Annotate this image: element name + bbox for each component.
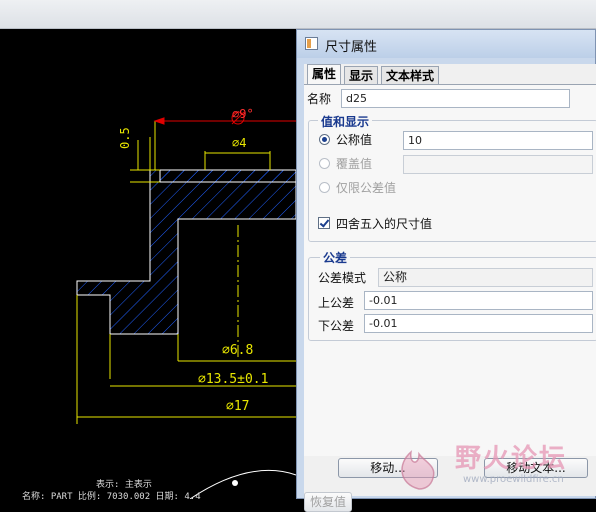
nominal-label[interactable]: 公称值 bbox=[336, 131, 372, 148]
override-value-field[interactable] bbox=[403, 155, 593, 174]
tolerance-mode-label: 公差模式 bbox=[318, 271, 367, 285]
dim-d9-label[interactable]: ∅9° bbox=[232, 107, 254, 121]
properties-panel: 名称 d25 值和显示 公称值 10 覆盖值 仅限公差值 四舍五入的尺寸值 公差… bbox=[304, 84, 596, 456]
bottom-arc bbox=[189, 469, 297, 499]
dialog-titlebar[interactable]: 尺寸属性 bbox=[297, 30, 595, 58]
note-line-2: 名称: PART 比例: 7030.002 日期: 4.4 bbox=[22, 492, 201, 502]
upper-tolerance-label: 上公差 bbox=[318, 296, 355, 310]
rounded-checkbox[interactable] bbox=[318, 217, 330, 229]
tolerance-only-label[interactable]: 仅限公差值 bbox=[336, 179, 396, 196]
tolerance-title: 公差 bbox=[320, 249, 351, 266]
watermark-url: www.proewildfire.cn bbox=[463, 474, 564, 485]
rounded-label[interactable]: 四舍五入的尺寸值 bbox=[336, 215, 432, 232]
part-section bbox=[76, 169, 297, 335]
top-flange bbox=[159, 169, 297, 183]
name-label: 名称 bbox=[307, 92, 332, 106]
tab-text-style[interactable]: 文本样式 bbox=[381, 66, 440, 84]
app-icon bbox=[305, 37, 318, 50]
override-label[interactable]: 覆盖值 bbox=[336, 155, 372, 172]
selected-dimension bbox=[153, 111, 296, 125]
center-mark bbox=[232, 480, 238, 486]
tab-display[interactable]: 显示 bbox=[344, 66, 379, 84]
upper-tolerance-field[interactable]: -0.01 bbox=[364, 291, 593, 310]
site-watermark: 野火论坛 www.proewildfire.cn bbox=[385, 430, 596, 499]
top-toolbar-strip bbox=[0, 0, 596, 29]
nominal-value-field[interactable]: 10 bbox=[403, 131, 593, 150]
dim-d17-label[interactable]: ∅17 bbox=[226, 399, 249, 414]
override-radio[interactable] bbox=[319, 158, 330, 169]
tolerance-only-radio[interactable] bbox=[319, 182, 330, 193]
dim-d135-label[interactable]: ∅13.5±0.1 bbox=[198, 372, 268, 387]
lower-tolerance-field[interactable]: -0.01 bbox=[364, 314, 593, 333]
name-field[interactable]: d25 bbox=[341, 89, 570, 108]
dimension-properties-dialog: 尺寸属性 属性 显示 文本样式 名称 d25 值和显示 公称值 10 覆盖值 仅… bbox=[296, 29, 596, 512]
nominal-radio[interactable] bbox=[319, 134, 330, 145]
value-display-title: 值和显示 bbox=[318, 113, 373, 130]
lower-tolerance-label: 下公差 bbox=[318, 319, 355, 333]
watermark-text: 野火论坛 bbox=[455, 444, 568, 474]
restore-value-button[interactable]: 恢复值 bbox=[304, 492, 352, 512]
dim-d68-label[interactable]: ∅6.8 bbox=[222, 343, 253, 358]
tab-properties[interactable]: 属性 bbox=[307, 64, 342, 84]
dialog-title: 尺寸属性 bbox=[325, 40, 378, 55]
dim-d4-label[interactable]: ∅4 bbox=[232, 136, 246, 150]
flame-logo-icon bbox=[401, 450, 435, 490]
tolerance-mode-select[interactable]: 公称 bbox=[378, 268, 593, 287]
dim-05-label[interactable]: 0.5 bbox=[118, 127, 132, 149]
